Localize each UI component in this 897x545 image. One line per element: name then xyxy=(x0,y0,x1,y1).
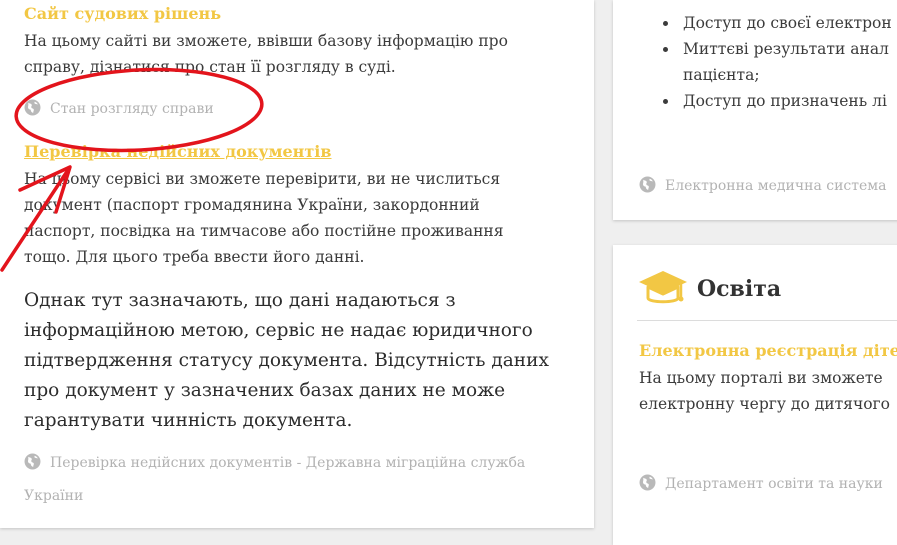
medical-features-list: Доступ до своєї електрон Миттєві результ… xyxy=(654,10,892,114)
invalid-documents-title[interactable]: Перевірка недійсних документів xyxy=(24,142,332,161)
medical-system-link-label: Електронна медична система xyxy=(665,178,887,194)
child-registration-title[interactable]: Електронна реєстрація дітей xyxy=(639,341,897,360)
list-item: Доступ до своєї електрон xyxy=(679,10,892,36)
graduation-cap-icon xyxy=(637,267,689,311)
medical-system-link[interactable]: Електронна медична система xyxy=(639,171,887,204)
court-decisions-description: На цьому сайті ви зможете, ввівши базову… xyxy=(24,32,508,76)
globe-icon xyxy=(639,174,656,204)
child-registration-description: На цьому порталі ви зможете електронну ч… xyxy=(639,369,890,413)
globe-icon xyxy=(24,97,41,127)
globe-icon xyxy=(639,472,656,502)
medical-services-card: Доступ до своєї електрон Миттєві результ… xyxy=(613,0,897,220)
disclaimer-note: Однак тут зазначають, що дані надаються … xyxy=(24,290,549,431)
migration-link-label-2: України xyxy=(24,488,84,504)
education-heading: Освіта xyxy=(637,267,781,311)
left-services-card: Сайт судових рішень На цьому сайті ви зм… xyxy=(0,0,594,528)
clipped-bullet-row xyxy=(613,0,893,4)
migration-link-label-1: Перевірка недійсних документів - Державн… xyxy=(50,455,526,471)
case-status-link-label: Стан розгляду справи xyxy=(50,101,214,117)
list-item: Доступ до призначень лі xyxy=(679,88,892,114)
case-status-link[interactable]: Стан розгляду справи xyxy=(24,94,214,127)
education-department-link-label: Департамент освіти та науки xyxy=(665,476,883,492)
list-item: Миттєві результати анал xyxy=(679,36,892,62)
education-card: Освіта Електронна реєстрація дітей На ць… xyxy=(613,245,897,545)
list-item: пацієнта; xyxy=(683,66,760,84)
invalid-documents-description: На цьому сервісі ви зможете перевірити, … xyxy=(24,170,504,266)
invalid-documents-migration-link[interactable]: Перевірка недійсних документів - Державн… xyxy=(24,448,525,511)
heading-divider xyxy=(637,320,897,321)
globe-icon xyxy=(24,451,41,481)
education-heading-text: Освіта xyxy=(697,276,782,302)
education-department-link[interactable]: Департамент освіти та науки xyxy=(639,469,883,502)
court-decisions-title[interactable]: Сайт судових рішень xyxy=(24,4,221,23)
